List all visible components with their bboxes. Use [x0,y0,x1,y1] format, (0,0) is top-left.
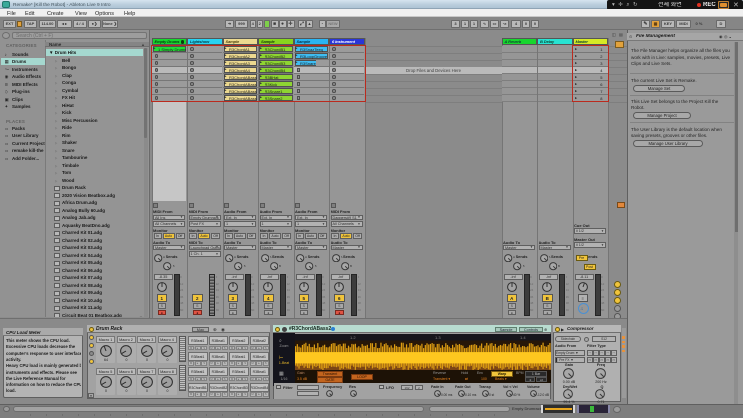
svg-text:1.3: 1.3 [435,335,441,340]
svg-text:1.4: 1.4 [520,335,526,340]
svg-text:1.2: 1.2 [350,335,356,340]
